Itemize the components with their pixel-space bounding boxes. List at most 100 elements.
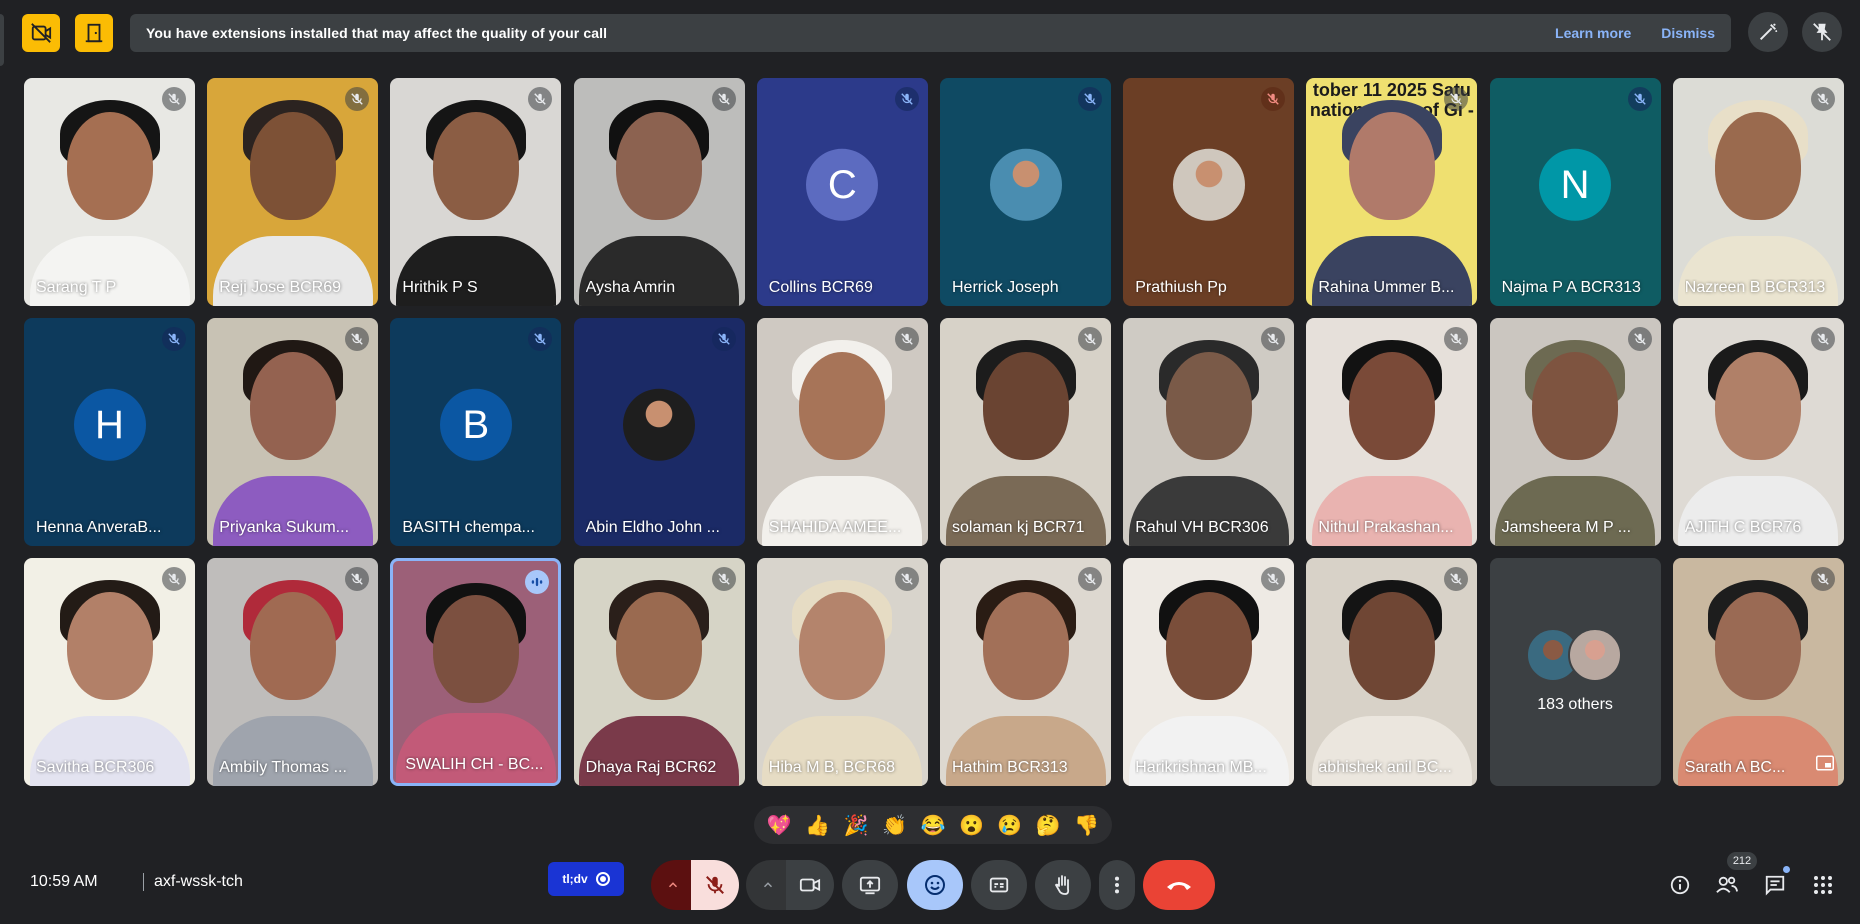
participant-tile[interactable]: SWALIH CH - BC...	[390, 558, 562, 786]
mic-off-icon	[894, 567, 919, 591]
participant-tile[interactable]: Rahul VH BCR306	[1123, 318, 1295, 546]
tldv-button[interactable]: tl;dv	[548, 862, 624, 896]
participant-tile[interactable]: N Najma P A BCR313	[1489, 78, 1661, 306]
participant-name: Hrithik P S	[402, 279, 478, 296]
reactions-bar: 💖 👍 🎉 👏 😂 😮 😢 🤔 👎	[754, 806, 1112, 844]
video-figure-face	[799, 352, 886, 460]
dismiss-button[interactable]: Dismiss	[1661, 25, 1715, 41]
participant-tile[interactable]: Nazreen B BCR313	[1672, 78, 1844, 306]
chat-icon[interactable]	[1758, 868, 1792, 902]
reaction-emoji[interactable]: 👏	[878, 813, 912, 838]
others-tile[interactable]: 183 others	[1489, 558, 1661, 786]
mic-off-icon	[894, 327, 919, 351]
door-icon[interactable]	[75, 14, 113, 52]
participant-name: Collins BCR69	[768, 279, 873, 296]
mic-off-icon	[528, 327, 553, 351]
raise-hand-icon[interactable]	[1035, 860, 1091, 910]
participant-tile[interactable]: solaman kj BCR71	[940, 318, 1111, 546]
mic-off-icon	[1261, 87, 1286, 111]
participant-tile[interactable]: Harikrishnan MB...	[1123, 558, 1295, 786]
avatar	[1172, 148, 1245, 221]
mic-off-icon	[894, 87, 919, 111]
participant-tile[interactable]: Ambily Thomas ...	[207, 558, 379, 786]
participant-name: Abin Eldho John ...	[585, 519, 720, 536]
participant-tile[interactable]: H Henna AnveraB...	[24, 318, 195, 546]
participant-name: solaman kj BCR71	[952, 519, 1085, 536]
activities-grid-icon[interactable]	[1806, 868, 1840, 902]
reaction-emoji[interactable]: 😢	[993, 813, 1027, 838]
reaction-emoji[interactable]: 👍	[801, 813, 835, 838]
participant-tile[interactable]: Jamsheera M P ...	[1489, 318, 1661, 546]
participant-tile[interactable]: AJITH C BCR76	[1672, 318, 1844, 546]
participant-tile[interactable]: SHAHIDA AMEE...	[756, 318, 928, 546]
participant-tile[interactable]: Dhaya Raj BCR62	[573, 558, 745, 786]
mic-off-icon	[1078, 87, 1102, 111]
emoji-reaction-icon[interactable]	[907, 860, 963, 910]
video-off-icon[interactable]	[22, 14, 60, 52]
participant-tile[interactable]: Sarang T P	[24, 78, 195, 306]
meeting-time: 10:59 AM	[30, 873, 98, 890]
learn-more-link[interactable]: Learn more	[1555, 25, 1631, 41]
participant-name: Dhaya Raj BCR62	[585, 759, 717, 776]
reaction-emoji[interactable]: 👎	[1070, 813, 1104, 838]
participant-name: Herrick Joseph	[952, 279, 1059, 296]
mic-off-icon	[711, 87, 736, 111]
participant-tile[interactable]: Abin Eldho John ...	[573, 318, 745, 546]
mic-off-icon	[162, 87, 186, 111]
participant-tile[interactable]: Herrick Joseph	[940, 78, 1111, 306]
magic-pen-icon[interactable]	[1748, 12, 1788, 52]
participant-tile[interactable]: Nithul Prakashan...	[1306, 318, 1478, 546]
participant-tile[interactable]: Sarath A BC...	[1672, 558, 1844, 786]
present-screen-icon[interactable]	[842, 860, 898, 910]
participant-tile[interactable]: Savitha BCR306	[24, 558, 195, 786]
reaction-emoji[interactable]: 🤔	[1031, 813, 1065, 838]
avatar-initial: H	[73, 388, 146, 461]
others-count: 183 others	[1537, 696, 1613, 713]
participant-tile[interactable]: B BASITH chempa...	[390, 318, 562, 546]
participant-tile[interactable]: C Collins BCR69	[756, 78, 928, 306]
participant-tile[interactable]: Reji Jose BCR69	[207, 78, 379, 306]
participant-name: Priyanka Sukum...	[219, 519, 350, 536]
reaction-emoji[interactable]: 😂	[916, 813, 950, 838]
mic-off-icon	[1810, 87, 1835, 111]
participant-name: Rahina Ummer B...	[1318, 279, 1455, 296]
picture-in-picture-icon[interactable]	[1815, 755, 1834, 776]
people-icon[interactable]	[1710, 868, 1744, 902]
participant-tile[interactable]: Prathiush Pp	[1123, 78, 1295, 306]
participant-tile[interactable]: Priyanka Sukum...	[207, 318, 379, 546]
video-figure-face	[1532, 352, 1619, 460]
participant-tile[interactable]: Hathim BCR313	[940, 558, 1111, 786]
meeting-info-icon[interactable]	[1663, 868, 1697, 902]
video-figure-face	[1348, 352, 1435, 460]
video-figure-face	[249, 592, 336, 700]
camera-icon[interactable]	[786, 860, 834, 910]
mic-off-icon[interactable]	[691, 860, 739, 910]
avatar-initial: N	[1539, 148, 1612, 221]
footer-separator	[143, 873, 144, 891]
mic-off-icon	[1627, 87, 1652, 111]
participant-tile[interactable]: tober 11 2025 Satu national Day of Gi - …	[1306, 78, 1478, 306]
reaction-emoji[interactable]: 🎉	[839, 813, 873, 838]
participant-name: Nithul Prakashan...	[1318, 519, 1454, 536]
participant-name: abhishek anil BC...	[1318, 759, 1452, 776]
video-options-chevron-icon[interactable]	[746, 860, 790, 910]
participant-tile[interactable]: Hiba M B, BCR68	[756, 558, 928, 786]
captions-icon[interactable]	[971, 860, 1027, 910]
participant-tile[interactable]: abhishek anil BC...	[1306, 558, 1478, 786]
avatar	[989, 148, 1062, 221]
reaction-emoji[interactable]: 😮	[954, 813, 988, 838]
banner-message: You have extensions installed that may a…	[146, 25, 608, 41]
microphone-control	[651, 860, 739, 910]
speaking-indicator-icon	[525, 570, 550, 594]
end-call-icon[interactable]	[1143, 860, 1215, 910]
participant-tile[interactable]: Aysha Amrin	[573, 78, 745, 306]
side-panel-handle[interactable]	[0, 14, 4, 66]
more-options-icon[interactable]	[1099, 860, 1135, 910]
participant-tile[interactable]: Hrithik P S	[390, 78, 562, 306]
participant-name: Hathim BCR313	[952, 759, 1068, 776]
audio-options-chevron-icon[interactable]	[651, 860, 695, 910]
participant-name: Hiba M B, BCR68	[768, 759, 896, 776]
video-figure-face	[982, 352, 1069, 460]
pin-off-icon[interactable]	[1802, 12, 1842, 52]
reaction-emoji[interactable]: 💖	[762, 813, 796, 838]
